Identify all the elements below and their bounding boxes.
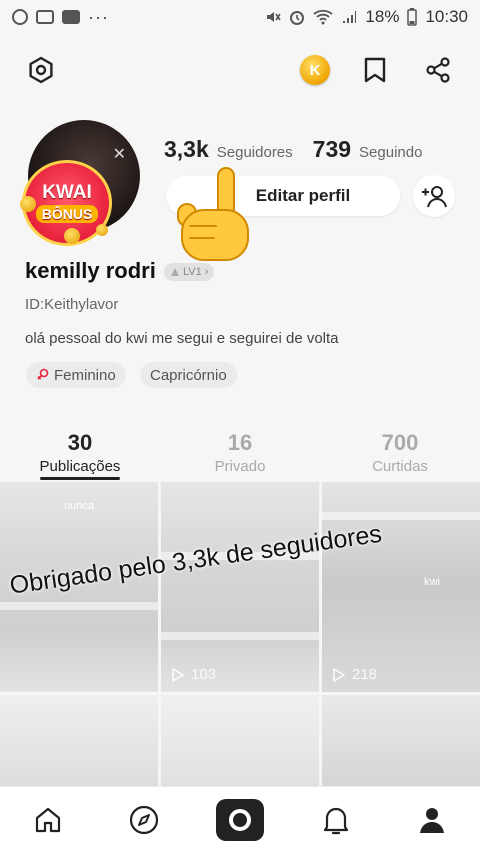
female-icon — [37, 368, 49, 380]
close-icon[interactable]: ✕ — [113, 144, 126, 164]
profile-screen: ··· 18% 10:30 K ✕ KWAI BÔNUS 3,3k Seguid… — [0, 0, 480, 852]
tab-count: 16 — [227, 429, 253, 455]
gender-label: Feminino — [54, 366, 116, 384]
video-thumbnail[interactable] — [322, 695, 480, 792]
tab-label: Publicações — [39, 457, 121, 475]
view-count: 218 — [332, 666, 377, 683]
followers-label[interactable]: Seguidores — [217, 144, 293, 161]
bonus-coin-icon — [20, 196, 36, 212]
nav-profile[interactable] — [404, 792, 460, 848]
follow-stats: 3,3k Seguidores 739 Seguindo — [164, 136, 434, 163]
followers-count[interactable]: 3,3k — [164, 136, 209, 163]
gender-tag: Feminino — [26, 362, 126, 388]
edit-profile-label: Editar perfil — [255, 186, 351, 205]
view-count-value: 218 — [352, 666, 378, 683]
level-triangle-icon — [171, 268, 179, 276]
thumbnail-caption: nunca — [64, 500, 94, 512]
following-label[interactable]: Seguindo — [359, 144, 422, 161]
zodiac-label: Capricórnio — [150, 366, 227, 384]
pointing-hand-icon — [177, 167, 249, 261]
bell-icon — [323, 807, 349, 834]
bio: olá pessoal do kwi me segui e seguirei d… — [25, 330, 339, 347]
share-button[interactable] — [416, 48, 460, 92]
user-id: ID:Keithylavor — [25, 296, 119, 313]
tab-count: 30 — [67, 429, 93, 455]
coin-button[interactable]: K — [293, 48, 337, 92]
video-thumbnail[interactable]: 103 — [161, 482, 319, 692]
bookmark-button[interactable] — [353, 48, 397, 92]
add-friend-button[interactable] — [413, 175, 455, 217]
badge-line1: KWAI — [42, 182, 92, 203]
tab-curtidas[interactable]: 700 Curtidas — [320, 420, 480, 484]
tab-label: Curtidas — [372, 457, 428, 475]
zodiac-tag: Capricórnio — [140, 362, 237, 388]
signal-icon — [343, 11, 357, 23]
bottom-nav — [0, 786, 480, 852]
active-tab-indicator — [40, 477, 120, 480]
following-count[interactable]: 739 — [313, 136, 351, 163]
tab-count: 700 — [381, 429, 419, 455]
status-right: 18% 10:30 — [265, 7, 468, 27]
status-bar: ··· 18% 10:30 — [0, 0, 480, 34]
video-grid: nunca 103 kwi 218 — [0, 482, 480, 792]
level-badge[interactable]: LV1 › — [164, 263, 215, 281]
play-icon — [172, 667, 184, 682]
gallery-notification-icon — [36, 10, 54, 24]
more-notifications-icon: ··· — [88, 6, 109, 27]
chevron-right-icon: › — [204, 266, 209, 278]
add-person-icon — [422, 186, 447, 208]
camera-icon — [216, 798, 264, 841]
wifi-icon — [313, 9, 333, 25]
battery-percent: 18% — [365, 7, 400, 26]
nav-discover[interactable] — [116, 792, 172, 848]
status-left: ··· — [12, 7, 109, 28]
video-thumbnail[interactable] — [0, 695, 158, 792]
settings-button[interactable] — [19, 48, 63, 92]
home-icon — [35, 807, 61, 832]
level-label: LV1 — [183, 266, 202, 278]
tab-privado[interactable]: 16 Privado — [160, 420, 320, 484]
nav-camera[interactable] — [212, 792, 268, 848]
compass-icon — [129, 805, 159, 834]
kwai-coin-icon: K — [300, 55, 330, 85]
bonus-coin-icon — [96, 224, 108, 236]
hexagon-settings-icon — [29, 56, 53, 84]
thumbnail-watermark: kwi — [424, 576, 440, 588]
battery-icon — [407, 8, 418, 26]
person-icon — [420, 807, 444, 833]
nav-notifications[interactable] — [308, 792, 364, 848]
settings-notification-icon — [12, 9, 28, 25]
bookmark-icon — [364, 57, 386, 83]
mute-icon — [267, 12, 282, 22]
nav-home[interactable] — [20, 792, 76, 848]
tab-publicacoes[interactable]: 30 Publicações — [0, 420, 160, 484]
coin-letter: K — [309, 61, 321, 79]
view-count: 103 — [171, 666, 216, 683]
alarm-icon — [290, 11, 305, 25]
view-count-value: 103 — [191, 666, 217, 683]
share-icon — [426, 57, 450, 83]
tab-label: Privado — [214, 457, 266, 475]
top-bar: K — [0, 48, 480, 94]
play-icon — [333, 667, 345, 682]
profile-name: kemilly rodri — [25, 258, 156, 283]
profile-tabs: 30 Publicações 16 Privado 700 Curtidas — [0, 420, 480, 484]
youtube-notification-icon — [62, 10, 80, 24]
badge-line2: BÔNUS — [35, 205, 99, 223]
video-thumbnail[interactable] — [161, 695, 319, 792]
video-thumbnail[interactable]: kwi 218 — [322, 482, 480, 692]
clock: 10:30 — [425, 7, 468, 26]
bonus-coin-icon — [64, 228, 80, 244]
